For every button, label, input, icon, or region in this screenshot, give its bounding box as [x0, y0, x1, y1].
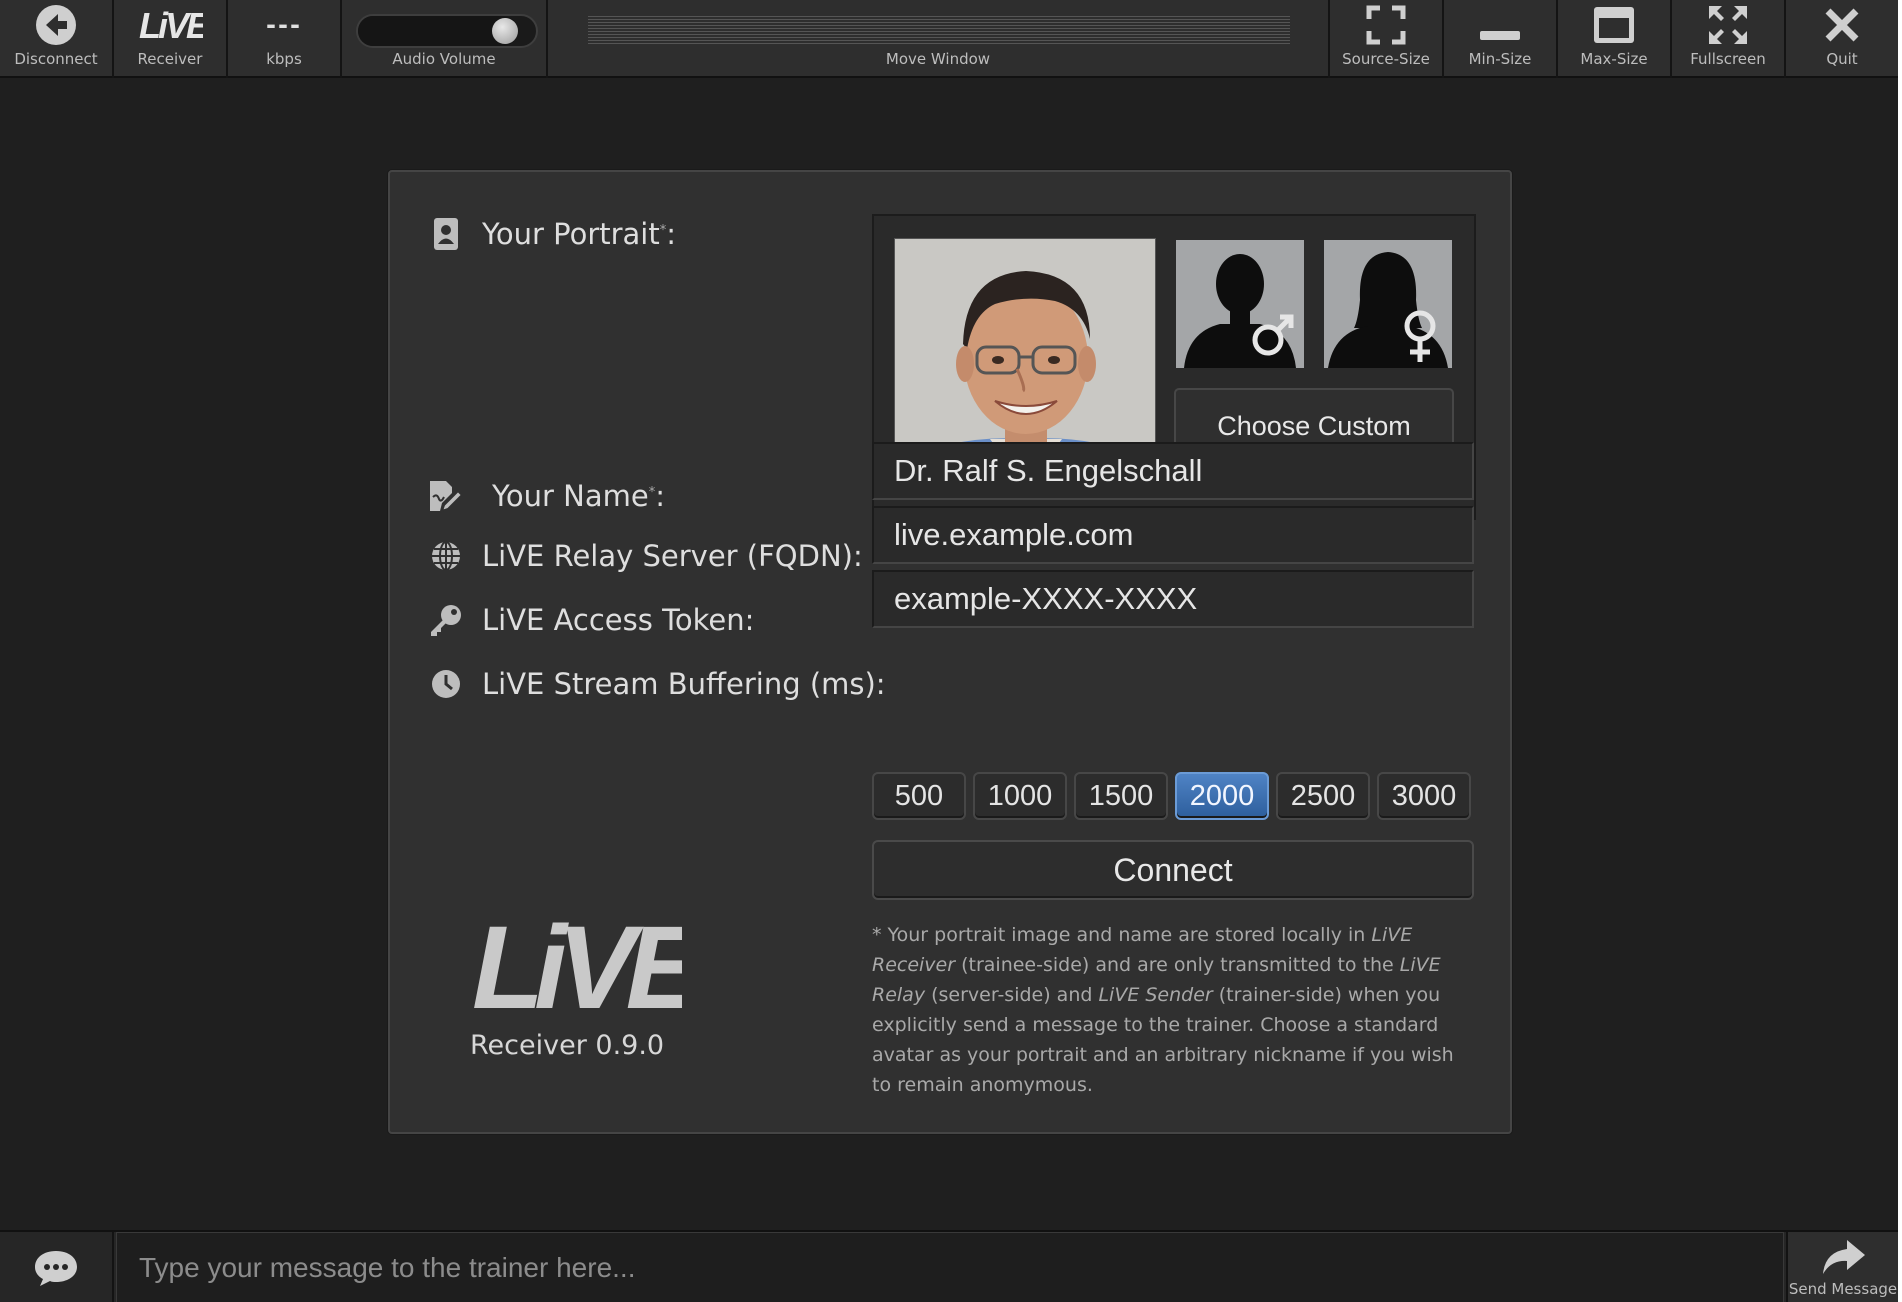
buffering-option-500[interactable]: 500	[872, 772, 966, 820]
female-avatar[interactable]	[1324, 240, 1452, 368]
note-text-1: * Your portrait image and name are store…	[872, 924, 1372, 946]
corners-icon	[1366, 5, 1406, 45]
source-size-button[interactable]: Source-Size	[1330, 0, 1444, 78]
move-window-label: Move Window	[885, 50, 991, 68]
window-edge	[1898, 0, 1902, 1302]
clock-icon	[432, 670, 460, 698]
access-token-label: LiVE Access Token:	[428, 602, 754, 638]
buffering-label: LiVE Stream Buffering (ms):	[428, 666, 886, 702]
message-bar: Type your message to the trainer here...…	[0, 1230, 1898, 1302]
fullscreen-button[interactable]: Fullscreen	[1672, 0, 1786, 78]
note-text-2: (trainee-side) and are only transmitted …	[955, 954, 1400, 976]
max-size-label: Max-Size	[1580, 50, 1648, 68]
globe-icon	[432, 541, 460, 571]
live-logo-small: LiVE	[139, 6, 203, 44]
quit-button[interactable]: Quit	[1786, 0, 1898, 78]
min-size-label: Min-Size	[1468, 50, 1532, 68]
connect-button[interactable]: Connect	[872, 840, 1474, 900]
live-logo-wordmark: LiVE	[472, 902, 718, 1034]
logo-version: Receiver 0.9.0	[470, 1030, 665, 1061]
receiver-label: Receiver	[137, 50, 203, 68]
portrait-required-mark: *	[659, 222, 667, 238]
share-arrow-icon	[1823, 1240, 1865, 1274]
signature-icon	[430, 481, 464, 513]
audio-volume-knob[interactable]	[492, 18, 518, 44]
message-input[interactable]: Type your message to the trainer here...	[116, 1232, 1784, 1302]
receiver-logo: LiVE Receiver	[114, 0, 228, 78]
name-field[interactable]: Dr. Ralf S. Engelschall	[872, 442, 1474, 500]
portrait-label-colon: :	[666, 217, 677, 251]
live-receiver-window: Disconnect LiVE Receiver --- kbps Audio …	[0, 0, 1898, 1302]
audio-volume-label: Audio Volume	[392, 50, 496, 68]
name-label-text: Your Name	[492, 479, 649, 513]
kbps-label: kbps	[266, 50, 302, 68]
buffering-option-2500[interactable]: 2500	[1276, 772, 1370, 820]
female-silhouette-icon	[1328, 252, 1448, 368]
buffering-option-1000[interactable]: 1000	[973, 772, 1067, 820]
window-maximize-icon	[1594, 7, 1634, 43]
send-message-button[interactable]: Send Message	[1786, 1232, 1898, 1302]
expand-arrows-icon	[1709, 6, 1747, 44]
id-card-icon	[434, 218, 458, 250]
male-silhouette-icon	[1184, 254, 1296, 368]
svg-text:LiVE: LiVE	[139, 6, 203, 44]
chat-icon-box	[0, 1232, 114, 1302]
portrait-label-text: Your Portrait	[482, 217, 660, 251]
connection-dialog: Your Portrait *: Choose Custom Your Name…	[388, 170, 1512, 1134]
close-icon	[1825, 8, 1859, 42]
buffering-option-3000[interactable]: 3000	[1377, 772, 1471, 820]
minus-bar-icon	[1480, 31, 1520, 40]
disconnect-label: Disconnect	[14, 50, 98, 68]
key-icon	[431, 605, 461, 636]
relay-server-field[interactable]: live.example.com	[872, 506, 1474, 564]
portrait-label: Your Portrait *:	[428, 216, 676, 252]
access-token-field[interactable]: example-XXXX-XXXX	[872, 570, 1474, 628]
live-logo-text: LiVE	[472, 910, 682, 1020]
disconnect-button[interactable]: Disconnect	[0, 0, 114, 78]
note-text-3: (server-side) and	[925, 984, 1099, 1006]
move-window-grip[interactable]	[588, 16, 1290, 46]
name-required-mark: *	[648, 484, 656, 500]
chat-bubble-icon	[35, 1251, 77, 1286]
live-logo: LiVE	[472, 902, 718, 1034]
arrow-left-circle-icon	[36, 5, 76, 45]
access-token-label-text: LiVE Access Token:	[482, 603, 755, 637]
privacy-note: * Your portrait image and name are store…	[872, 920, 1472, 1100]
max-size-button[interactable]: Max-Size	[1558, 0, 1672, 78]
kbps-value: ---	[266, 11, 302, 39]
toolbar: Disconnect LiVE Receiver --- kbps Audio …	[0, 0, 1898, 78]
buffering-label-text: LiVE Stream Buffering (ms):	[482, 667, 886, 701]
fullscreen-label: Fullscreen	[1690, 50, 1766, 68]
note-app-sender: LiVE Sender	[1098, 984, 1213, 1006]
buffering-option-1500[interactable]: 1500	[1074, 772, 1168, 820]
relay-server-label-text: LiVE Relay Server (FQDN):	[482, 539, 863, 573]
source-size-label: Source-Size	[1342, 50, 1430, 68]
bitrate-display: --- kbps	[228, 0, 342, 78]
min-size-button[interactable]: Min-Size	[1444, 0, 1558, 78]
quit-label: Quit	[1826, 50, 1858, 68]
name-label-colon: :	[655, 479, 665, 513]
send-message-label: Send Message	[1788, 1280, 1898, 1298]
relay-server-label: LiVE Relay Server (FQDN):	[428, 538, 863, 574]
name-label: Your Name *:	[428, 478, 665, 514]
audio-volume-slider[interactable]	[356, 14, 538, 48]
buffering-option-2000[interactable]: 2000	[1175, 772, 1269, 820]
male-avatar[interactable]	[1176, 240, 1304, 368]
